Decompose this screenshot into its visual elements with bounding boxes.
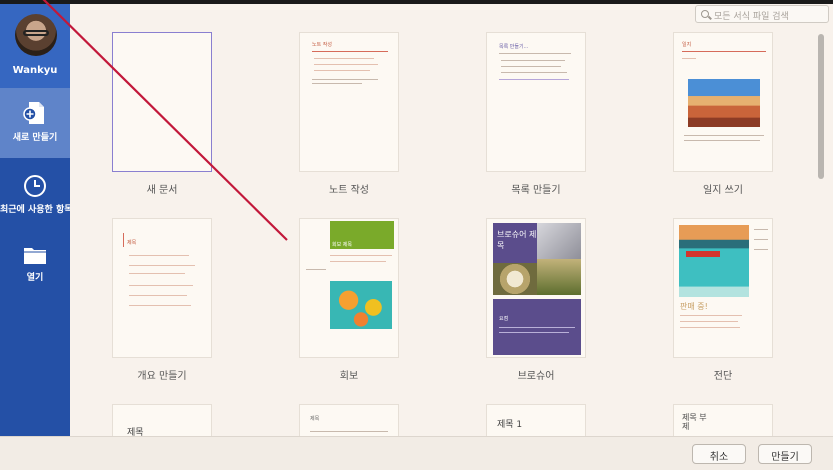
new-document-icon <box>23 102 44 124</box>
sidebar-item-label: 열기 <box>26 273 44 283</box>
search-placeholder: 모든 서식 파일 검색 <box>714 12 789 22</box>
template-caption: 일지 쓰기 <box>703 185 743 196</box>
avatar <box>15 14 57 56</box>
thumbnail-heading: 제목 <box>127 428 144 436</box>
thumbnail-photo <box>537 259 581 295</box>
template-thumbnail[interactable]: 브로슈어 제목 요점 <box>486 218 586 358</box>
thumbnail-heading: 노트 작성 <box>312 42 332 48</box>
template-caption: 새 문서 <box>146 185 178 196</box>
thumbnail-photo <box>679 225 749 297</box>
sidebar: Wankyu 새로 만들기 최근에 사용한 항목 열기 <box>0 4 73 436</box>
sidebar-item-recent[interactable]: 최근에 사용한 항목 <box>0 164 73 228</box>
template-thumbnail[interactable]: 일지 <box>673 32 773 172</box>
thumbnail-photo <box>330 281 392 329</box>
template-caption: 개요 만들기 <box>137 371 187 382</box>
thumbnail-photo <box>493 263 537 295</box>
thumbnail-photo <box>688 79 760 127</box>
sidebar-item-open[interactable]: 열기 <box>0 236 70 296</box>
template-thumbnail[interactable]: 회보 제목 <box>299 218 399 358</box>
template-thumbnail[interactable]: 제목 1 <box>486 404 586 436</box>
scrollbar[interactable] <box>818 34 825 394</box>
search-input[interactable]: 모든 서식 파일 검색 <box>695 5 829 23</box>
thumbnail-subheading: 요점 <box>499 316 509 322</box>
profile[interactable]: Wankyu <box>0 4 70 88</box>
thumbnail-boats <box>686 251 720 257</box>
profile-name: Wankyu <box>12 65 58 76</box>
sidebar-item-new[interactable]: 새로 만들기 <box>0 88 70 158</box>
folder-icon <box>24 248 46 264</box>
template-thumbnail[interactable]: 판매 중! <box>673 218 773 358</box>
thumbnail-heading: 판매 중! <box>680 302 708 311</box>
cancel-button[interactable]: 취소 <box>692 444 746 464</box>
thumbnail-heading: 제목 부제 <box>682 413 707 431</box>
template-gallery: 모든 서식 파일 검색 새 문서 노트 작성 노트 작성 목록 만들기... 목… <box>70 4 833 436</box>
bottom-bar: 취소 만들기 <box>0 436 833 470</box>
template-thumbnail[interactable]: 제목 부제 <box>673 404 773 436</box>
template-caption: 회보 <box>339 371 359 382</box>
template-caption: 노트 작성 <box>329 185 369 196</box>
template-thumbnail[interactable]: 제목 <box>299 404 399 436</box>
template-caption: 전단 <box>713 371 733 382</box>
template-thumbnail[interactable]: 제목 <box>112 218 212 358</box>
thumbnail-heading: 일지 <box>682 42 692 48</box>
template-thumbnail[interactable]: 노트 작성 <box>299 32 399 172</box>
thumbnail-heading: 제목 <box>127 240 137 246</box>
thumbnail-heading: 제목 1 <box>497 420 523 430</box>
template-thumbnail[interactable]: 제목 <box>112 404 212 436</box>
thumbnail-heading: 제목 <box>310 416 320 422</box>
template-caption: 목록 만들기 <box>511 185 561 196</box>
sidebar-item-label: 최근에 사용한 항목 <box>0 205 73 215</box>
thumbnail-heading: 목록 만들기... <box>499 44 529 50</box>
thumbnail-heading: 브로슈어 제목 <box>497 230 537 250</box>
template-caption: 브로슈어 <box>517 371 555 382</box>
template-thumbnail[interactable] <box>112 32 212 172</box>
template-thumbnail[interactable]: 목록 만들기... <box>486 32 586 172</box>
thumbnail-heading: 회보 제목 <box>332 242 352 248</box>
search-icon <box>701 10 709 18</box>
create-button[interactable]: 만들기 <box>758 444 812 464</box>
sidebar-item-label: 새로 만들기 <box>12 133 58 143</box>
clock-icon <box>24 175 46 197</box>
thumbnail-photo <box>537 223 581 259</box>
scrollbar-thumb[interactable] <box>818 34 824 179</box>
